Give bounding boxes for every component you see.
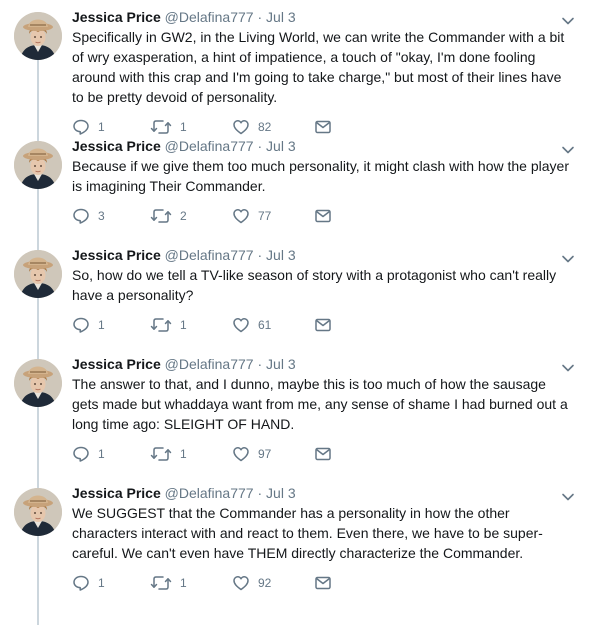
tweet-date[interactable]: Jul 3 (266, 138, 296, 154)
avatar[interactable] (14, 488, 62, 536)
like-button[interactable]: 92 (232, 574, 314, 592)
tweet-header: Jessica Price @Delafina777 · Jul 3 (72, 0, 573, 26)
author-name[interactable]: Jessica Price (72, 485, 161, 501)
tweet-date[interactable]: Jul 3 (266, 247, 296, 263)
chevron-down-icon[interactable] (561, 361, 575, 375)
envelope-icon (314, 316, 332, 334)
tweet[interactable]: Jessica Price @Delafina777 · Jul 3 Speci… (0, 0, 601, 135)
retweet-count: 1 (180, 318, 187, 332)
reply-button[interactable]: 1 (72, 445, 150, 463)
tweet-date[interactable]: Jul 3 (266, 356, 296, 372)
retweet-icon (150, 574, 172, 592)
chevron-down-icon[interactable] (561, 14, 575, 28)
heart-icon (232, 445, 250, 463)
like-button[interactable]: 77 (232, 207, 314, 225)
envelope-icon (314, 574, 332, 592)
tweet-text: So, how do we tell a TV-like season of s… (72, 267, 557, 303)
reply-count: 1 (98, 447, 105, 461)
author-handle[interactable]: @Delafina777 (165, 247, 254, 263)
tweet-header: Jessica Price @Delafina777 · Jul 3 (72, 476, 573, 502)
tweet-text: The answer to that, and I dunno, maybe t… (72, 376, 568, 432)
retweet-count: 1 (180, 447, 187, 461)
retweet-count: 1 (180, 576, 187, 590)
like-count: 92 (258, 576, 272, 590)
avatar[interactable] (14, 359, 62, 407)
direct-message-button[interactable] (314, 445, 332, 463)
tweet-thread: Jessica Price @Delafina777 · Jul 3 Speci… (0, 0, 601, 625)
separator-dot: · (257, 485, 263, 501)
author-name[interactable]: Jessica Price (72, 356, 161, 372)
author-name[interactable]: Jessica Price (72, 9, 161, 25)
retweet-button[interactable]: 1 (150, 316, 232, 334)
chevron-down-icon[interactable] (561, 143, 575, 157)
tweet-text: Because if we give them too much persona… (72, 158, 569, 194)
retweet-button[interactable]: 2 (150, 207, 232, 225)
reply-icon (72, 207, 90, 225)
reply-button[interactable]: 1 (72, 574, 150, 592)
heart-icon (232, 207, 250, 225)
retweet-icon (150, 316, 172, 334)
author-handle[interactable]: @Delafina777 (165, 9, 254, 25)
chevron-down-icon[interactable] (561, 490, 575, 504)
tweet-text: Specifically in GW2, in the Living World… (72, 29, 565, 105)
retweet-count: 2 (180, 209, 187, 223)
heart-icon (232, 574, 250, 592)
like-count: 61 (258, 318, 272, 332)
retweet-button[interactable]: 1 (150, 445, 232, 463)
reply-button[interactable]: 3 (72, 207, 150, 225)
tweet-header: Jessica Price @Delafina777 · Jul 3 (72, 238, 573, 264)
separator-dot: · (257, 356, 263, 372)
retweet-button[interactable]: 1 (150, 574, 232, 592)
separator-dot: · (257, 9, 263, 25)
tweet[interactable]: Jessica Price @Delafina777 · Jul 3 So, h… (0, 238, 601, 347)
author-handle[interactable]: @Delafina777 (165, 138, 254, 154)
tweet-text: We SUGGEST that the Commander has a pers… (72, 505, 543, 561)
heart-icon (232, 316, 250, 334)
reply-icon (72, 574, 90, 592)
separator-dot: · (257, 138, 263, 154)
tweet-date[interactable]: Jul 3 (266, 485, 296, 501)
reply-count: 1 (98, 576, 105, 590)
envelope-icon (314, 445, 332, 463)
tweet-actions: 1 1 92 (72, 573, 573, 593)
like-count: 97 (258, 447, 272, 461)
author-handle[interactable]: @Delafina777 (165, 485, 254, 501)
tweet-date[interactable]: Jul 3 (266, 9, 296, 25)
direct-message-button[interactable] (314, 316, 332, 334)
author-name[interactable]: Jessica Price (72, 247, 161, 263)
tweet-header: Jessica Price @Delafina777 · Jul 3 (72, 347, 573, 373)
retweet-icon (150, 207, 172, 225)
author-handle[interactable]: @Delafina777 (165, 356, 254, 372)
like-button[interactable]: 61 (232, 316, 314, 334)
tweet-list: Jessica Price @Delafina777 · Jul 3 Speci… (0, 0, 601, 604)
tweet-actions: 1 1 97 (72, 444, 573, 464)
envelope-icon (314, 207, 332, 225)
retweet-icon (150, 445, 172, 463)
direct-message-button[interactable] (314, 574, 332, 592)
reply-button[interactable]: 1 (72, 316, 150, 334)
direct-message-button[interactable] (314, 207, 332, 225)
author-name[interactable]: Jessica Price (72, 138, 161, 154)
tweet[interactable]: Jessica Price @Delafina777 · Jul 3 We SU… (0, 476, 601, 604)
avatar[interactable] (14, 250, 62, 298)
reply-icon (72, 316, 90, 334)
avatar[interactable] (14, 141, 62, 189)
tweet[interactable]: Jessica Price @Delafina777 · Jul 3 The a… (0, 347, 601, 476)
tweet-actions: 1 1 61 (72, 315, 573, 335)
reply-count: 3 (98, 209, 105, 223)
tweet-actions: 3 2 77 (72, 206, 573, 226)
separator-dot: · (257, 247, 263, 263)
avatar[interactable] (14, 12, 62, 60)
reply-icon (72, 445, 90, 463)
reply-count: 1 (98, 318, 105, 332)
tweet[interactable]: Jessica Price @Delafina777 · Jul 3 Becau… (0, 129, 601, 238)
like-button[interactable]: 97 (232, 445, 314, 463)
tweet-header: Jessica Price @Delafina777 · Jul 3 (72, 129, 573, 155)
like-count: 77 (258, 209, 272, 223)
chevron-down-icon[interactable] (561, 252, 575, 266)
